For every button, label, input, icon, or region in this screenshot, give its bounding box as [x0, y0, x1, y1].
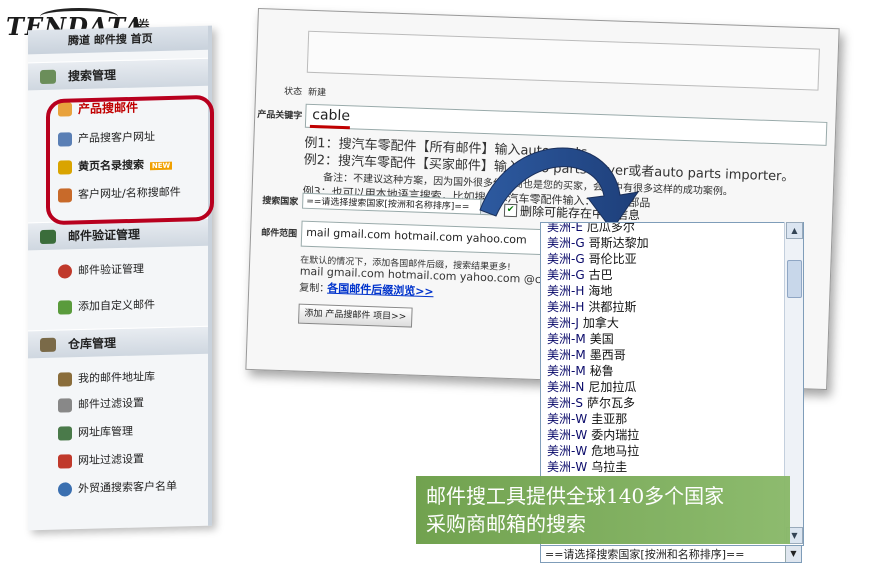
address-book-icon: [58, 372, 72, 387]
filter-icon: [58, 398, 72, 413]
option-region: 美洲-M: [547, 332, 586, 346]
sidebar-item-label: 邮件验证管理: [78, 262, 144, 278]
option-country: 哥伦比亚: [588, 252, 637, 266]
add-project-button[interactable]: 添加 产品搜邮件 项目>>: [298, 303, 413, 328]
section-label: 搜索管理: [68, 68, 117, 84]
banner-line-1: 邮件搜工具提供全球140多个国家: [426, 484, 725, 508]
sidebar-item-add-custom-email[interactable]: 添加自定义邮件: [56, 290, 206, 322]
option-region: 美洲-H: [547, 284, 585, 298]
option-region: 美洲-G: [547, 236, 585, 250]
option-country: 圭亚那: [591, 412, 628, 426]
section-label: 仓库管理: [68, 336, 117, 352]
dropdown-option[interactable]: 美洲-W 圭亚那: [541, 411, 803, 427]
promo-banner: 邮件搜工具提供全球140多个国家 采购商邮箱的搜索: [416, 476, 790, 544]
dropdown-option[interactable]: 美洲-G 哥斯达黎加: [541, 235, 803, 251]
option-country: 危地马拉: [591, 444, 640, 458]
sidebar-section-warehouse[interactable]: 仓库管理: [28, 325, 208, 359]
option-country: 洪都拉斯: [588, 300, 637, 314]
highlight-ring: [46, 94, 214, 226]
option-country: 古巴: [588, 268, 613, 282]
option-region: 美洲-M: [547, 348, 586, 362]
dropdown-option[interactable]: 美洲-H 海地: [541, 283, 803, 299]
option-country: 哥斯达黎加: [588, 236, 649, 250]
sidebar-item-label: 我的邮件地址库: [78, 370, 155, 386]
option-region: 美洲-W: [547, 460, 588, 474]
copy-label: 复制：: [299, 282, 330, 295]
sidebar-item-url-library[interactable]: 网址库管理: [56, 416, 206, 448]
option-country: 厄瓜多尔: [586, 222, 635, 234]
sidebar-item-label: 网址库管理: [78, 424, 133, 440]
sidebar-item-email-filter[interactable]: 邮件过滤设置: [56, 388, 206, 420]
sidebar-item-label: 添加自定义邮件: [78, 298, 155, 314]
dropdown-option[interactable]: 美洲-G 哥伦比亚: [541, 251, 803, 267]
option-region: 美洲-S: [547, 396, 583, 410]
option-country: 委内瑞拉: [591, 428, 640, 442]
dropdown-option[interactable]: 美洲-M 秘鲁: [541, 363, 803, 379]
option-country: 加拿大: [582, 316, 619, 330]
option-country: 海地: [588, 284, 613, 298]
option-region: 美洲-W: [547, 428, 588, 442]
dropdown-option[interactable]: 美洲-H 洪都拉斯: [541, 299, 803, 315]
sidebar-item-url-filter[interactable]: 网址过滤设置: [56, 444, 206, 476]
option-country: 秘鲁: [589, 364, 614, 378]
dropdown-option[interactable]: 美洲-E 厄瓜多尔: [541, 222, 803, 235]
keyword-label: 产品关键字: [257, 110, 303, 122]
sidebar-item-customer-list[interactable]: 外贸通搜索客户名单: [56, 472, 206, 504]
option-region: 美洲-M: [547, 364, 586, 378]
keyword-underline: [309, 124, 350, 130]
option-country: 乌拉圭: [591, 460, 628, 474]
arrow-right-icon: [40, 229, 56, 245]
dropdown-items: 美洲-E 厄瓜多尔 美洲-G 哥斯达黎加 美洲-G 哥伦比亚 美洲-G 古巴 美洲-H 海地 美洲-…: [541, 222, 803, 475]
scroll-thumb[interactable]: [787, 260, 802, 298]
section-label: 邮件验证管理: [68, 227, 141, 244]
sidebar-item-label: 邮件过滤设置: [78, 396, 144, 412]
sidebar-item-label: 外贸通搜索客户名单: [78, 479, 177, 496]
checklist-icon: [58, 426, 72, 441]
dropdown-option[interactable]: 美洲-W 乌拉圭: [541, 459, 803, 475]
option-region: 美洲-J: [547, 316, 579, 330]
dropdown-option[interactable]: 美洲-W 委内瑞拉: [541, 427, 803, 443]
option-region: 美洲-H: [547, 300, 585, 314]
sidebar-item-email-verify[interactable]: 邮件验证管理: [56, 254, 206, 286]
dropdown-option[interactable]: 美洲-W 危地马拉: [541, 443, 803, 459]
country-select-value: ==请选择搜索国家[按洲和名称排序]==: [306, 196, 470, 213]
scroll-up-icon[interactable]: ▲: [786, 222, 803, 239]
dropdown-option[interactable]: 美洲-G 古巴: [541, 267, 803, 283]
option-country: 美国: [589, 332, 614, 346]
option-region: 美洲-G: [547, 268, 585, 282]
option-country: 萨尔瓦多: [586, 396, 635, 410]
banner-line-2: 采购商邮箱的搜索: [426, 512, 586, 536]
sidebar-top-title[interactable]: 腾道 邮件搜 首页: [28, 25, 208, 55]
dropdown-option[interactable]: 美洲-M 美国: [541, 331, 803, 347]
dropdown-selected-value: ==请选择搜索国家[按洲和名称排序]==: [545, 548, 745, 561]
dropdown-option[interactable]: 美洲-N 尼加拉瓜: [541, 379, 803, 395]
dropdown-option[interactable]: 美洲-S 萨尔瓦多: [541, 395, 803, 411]
option-region: 美洲-W: [547, 444, 588, 458]
dropdown-option[interactable]: 美洲-J 加拿大: [541, 315, 803, 331]
sidebar-item-label: 网址过滤设置: [78, 452, 144, 468]
block-icon: [58, 454, 72, 469]
dropdown-option[interactable]: 美洲-M 墨西哥: [541, 347, 803, 363]
option-region: 美洲-E: [547, 222, 583, 234]
ribbon-icon: [58, 264, 72, 279]
option-country: 尼加拉瓜: [588, 380, 637, 394]
country-label: 搜索国家: [262, 196, 299, 208]
suffix-browse-link[interactable]: 各国邮件后缀浏览>>: [327, 280, 434, 300]
dropdown-selected-field[interactable]: ==请选择搜索国家[按洲和名称排序]== ▼: [540, 545, 802, 563]
option-region: 美洲-G: [547, 252, 585, 266]
keyword-value: cable: [312, 106, 351, 125]
chevron-down-icon[interactable]: ▼: [785, 546, 801, 562]
status-label: 状态: [283, 86, 303, 98]
status-value: 新建: [307, 87, 327, 99]
mail-add-icon: [58, 300, 72, 315]
search-globe-icon: [40, 69, 56, 85]
top-box: [306, 30, 820, 91]
option-region: 美洲-N: [547, 380, 585, 394]
users-icon: [58, 482, 72, 497]
warehouse-icon: [40, 337, 56, 353]
option-region: 美洲-W: [547, 412, 588, 426]
email-scope-label: 邮件范围: [260, 228, 298, 240]
option-country: 墨西哥: [589, 348, 626, 362]
sidebar-section-search[interactable]: 搜索管理: [28, 57, 208, 91]
